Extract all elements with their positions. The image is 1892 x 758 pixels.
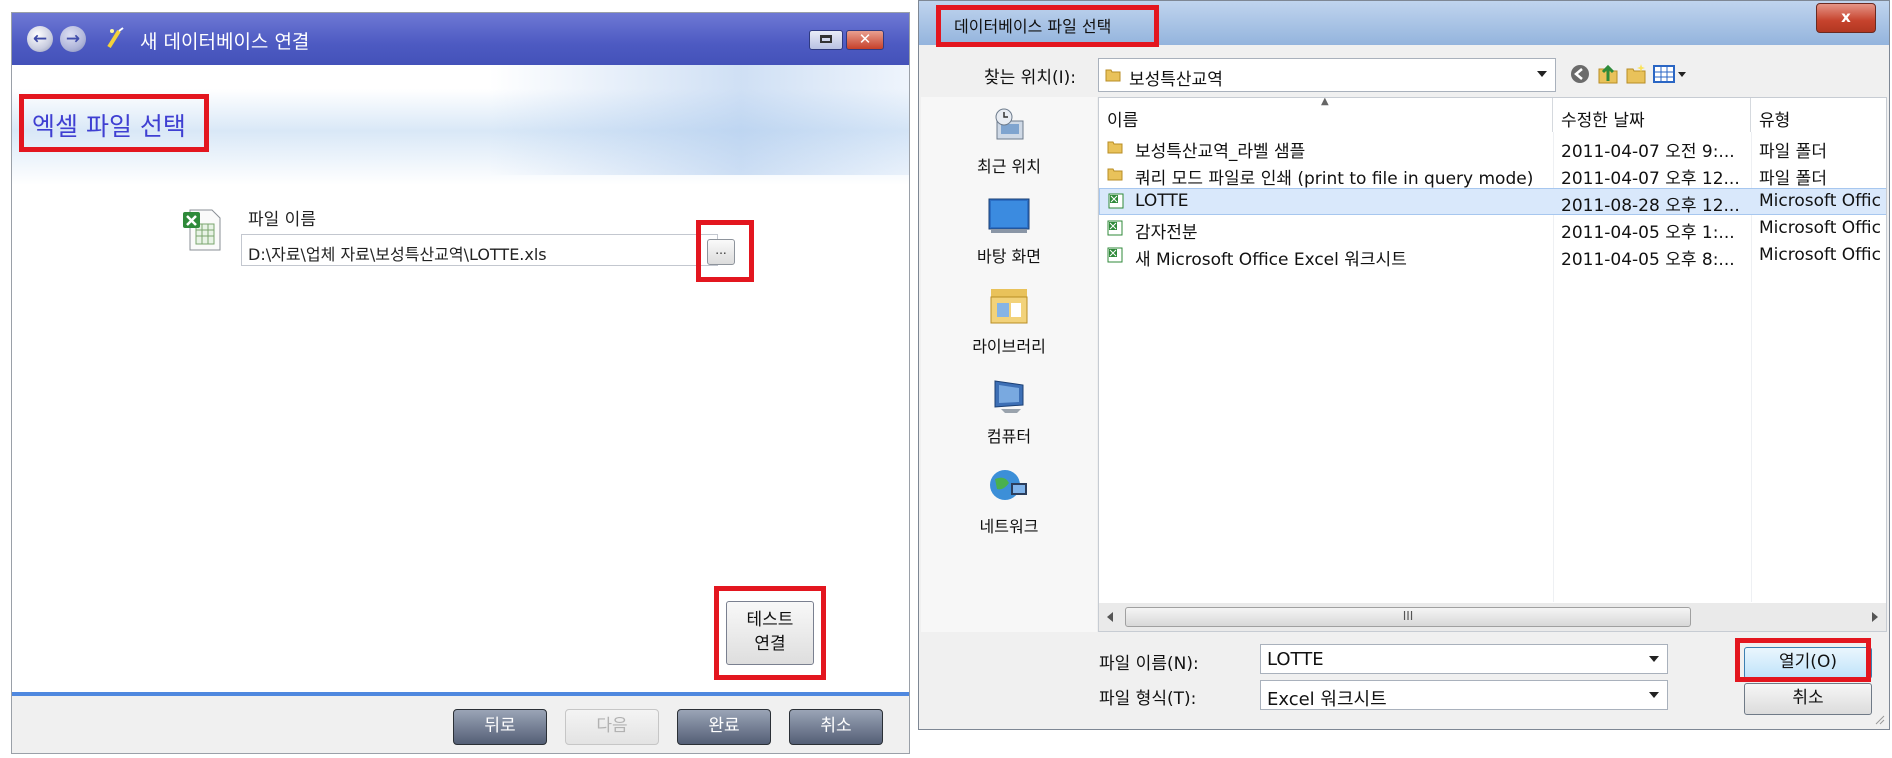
back-button[interactable]: 뒤로 (453, 709, 547, 745)
place-label: 최근 위치 (977, 157, 1041, 176)
place-label: 바탕 화면 (977, 247, 1041, 266)
dialog-cancel-button[interactable]: 취소 (1744, 683, 1872, 715)
wizard-wand-icon (107, 27, 124, 49)
place-label: 라이브러리 (972, 337, 1046, 356)
forward-arrow-icon[interactable]: → (60, 26, 86, 52)
maximize-button[interactable] (809, 30, 843, 50)
place-libraries[interactable]: 라이브러리 (921, 287, 1097, 357)
file-name-value: LOTTE (1267, 649, 1324, 670)
new-folder-icon[interactable] (1625, 63, 1647, 85)
place-network[interactable]: 네트워크 (921, 467, 1097, 537)
resize-grip-icon[interactable] (1875, 715, 1885, 725)
look-in-label: 찾는 위치(I): (984, 68, 1076, 88)
file-list[interactable]: 이름 ▲ 수정한 날짜 유형 보성특산교역_라벨 샘플 2011-04-07 오… (1098, 97, 1887, 632)
column-header-type[interactable]: 유형 (1751, 98, 1886, 132)
place-desktop[interactable]: 바탕 화면 (921, 197, 1097, 267)
file-row-selected[interactable]: LOTTE 2011-08-28 오후 12... Microsoft Offi… (1099, 188, 1886, 216)
file-type-label: 파일 형식(T): (1099, 689, 1197, 709)
places-bar: 최근 위치 바탕 화면 라이브러리 컴퓨터 네트워크 (921, 97, 1097, 632)
file-row[interactable]: 쿼리 모드 파일로 인쇄 (print to file in query mod… (1099, 161, 1886, 189)
highlight-test-button (714, 586, 826, 680)
folder-icon (1105, 69, 1121, 82)
file-type: 파일 폴더 (1759, 142, 1827, 162)
back-arrow-icon[interactable]: ← (27, 26, 53, 52)
file-name: 쿼리 모드 파일로 인쇄 (print to file in query mod… (1135, 169, 1534, 189)
place-label: 컴퓨터 (986, 427, 1032, 446)
view-menu-icon[interactable] (1653, 63, 1689, 85)
place-recent[interactable]: 최근 위치 (921, 107, 1097, 177)
folder-icon (1107, 141, 1123, 154)
place-label: 네트워크 (979, 517, 1039, 536)
chevron-down-icon (1649, 692, 1659, 698)
file-type: Microsoft Offic (1759, 245, 1881, 265)
file-date: 2011-04-07 오후 12... (1561, 169, 1740, 189)
file-name: LOTTE (1135, 191, 1189, 211)
look-in-combobox[interactable]: 보성특산교역 (1098, 58, 1556, 92)
excel-file-icon (183, 209, 221, 251)
file-date: 2011-04-07 오전 9:... (1561, 142, 1735, 162)
file-date: 2011-04-05 오후 1:... (1561, 223, 1735, 243)
file-date: 2011-08-28 오후 12... (1561, 196, 1740, 216)
chevron-down-icon (1537, 71, 1547, 77)
column-header-name[interactable]: 이름 ▲ (1099, 98, 1553, 132)
file-type: Microsoft Offic (1759, 218, 1881, 238)
file-name-label: 파일 이름(N): (1099, 654, 1199, 674)
chevron-down-icon (1649, 656, 1659, 662)
desktop-icon (988, 198, 1030, 233)
file-type: 파일 폴더 (1759, 169, 1827, 189)
file-type-combobox[interactable]: Excel 워크시트 (1260, 680, 1668, 710)
libraries-icon (990, 289, 1028, 324)
file-path-field[interactable]: D:\자료\업체 자료\보성특산교역\LOTTE.xls (241, 234, 718, 266)
close-button[interactable]: ✕ (846, 30, 884, 50)
file-row[interactable]: 보성특산교역_라벨 샘플 2011-04-07 오전 9:... 파일 폴더 (1099, 134, 1886, 162)
maximize-icon (820, 35, 832, 43)
place-computer[interactable]: 컴퓨터 (921, 377, 1097, 447)
up-folder-icon[interactable] (1597, 63, 1619, 85)
file-path-value: D:\자료\업체 자료\보성특산교역\LOTTE.xls (248, 245, 547, 264)
horizontal-scrollbar[interactable]: III (1099, 603, 1886, 631)
file-name: 새 Microsoft Office Excel 워크시트 (1135, 250, 1407, 270)
column-header-date[interactable]: 수정한 날짜 (1553, 98, 1751, 132)
cancel-button[interactable]: 취소 (789, 709, 883, 745)
file-name: 보성특산교역_라벨 샘플 (1135, 142, 1306, 162)
scrollbar-thumb[interactable]: III (1125, 607, 1691, 627)
file-type: Microsoft Offic (1759, 191, 1881, 211)
sort-ascending-icon: ▲ (1321, 97, 1329, 107)
go-back-icon[interactable] (1569, 63, 1591, 85)
dialog-close-button[interactable]: x (1816, 3, 1876, 33)
highlight-browse-button (696, 220, 754, 282)
wizard-title-bar: ← → 새 데이터베이스 연결 ✕ (12, 13, 909, 65)
network-icon (990, 470, 1027, 500)
folder-icon (1107, 168, 1123, 181)
finish-button[interactable]: 완료 (677, 709, 771, 745)
window-title: 새 데이터베이스 연결 (140, 31, 310, 53)
file-row[interactable]: 감자전분 2011-04-05 오후 1:... Microsoft Offic (1099, 215, 1886, 243)
highlight-open-button (1735, 638, 1871, 682)
file-row[interactable]: 새 Microsoft Office Excel 워크시트 2011-04-05… (1099, 242, 1886, 270)
recent-places-icon (995, 108, 1024, 140)
look-in-value: 보성특산교역 (1129, 70, 1223, 90)
file-date: 2011-04-05 오후 8:... (1561, 250, 1735, 270)
next-button[interactable]: 다음 (565, 709, 659, 745)
computer-icon (994, 380, 1024, 413)
excel-file-icon (1108, 193, 1124, 209)
file-name-label: 파일 이름 (248, 210, 316, 230)
file-name-combobox[interactable]: LOTTE (1260, 644, 1668, 674)
file-name: 감자전분 (1135, 223, 1198, 243)
excel-file-icon (1107, 247, 1123, 263)
column-name-label: 이름 (1107, 111, 1139, 131)
select-database-file-dialog: 데이터베이스 파일 선택 x 찾는 위치(I): 보성특산교역 최근 위치 바탕… (918, 0, 1890, 730)
scroll-right-icon[interactable] (1872, 612, 1878, 622)
highlight-page-title (19, 94, 209, 152)
file-type-value: Excel 워크시트 (1267, 689, 1387, 710)
scroll-left-icon[interactable] (1107, 612, 1113, 622)
highlight-dialog-title (936, 5, 1159, 47)
excel-file-icon (1107, 220, 1123, 236)
